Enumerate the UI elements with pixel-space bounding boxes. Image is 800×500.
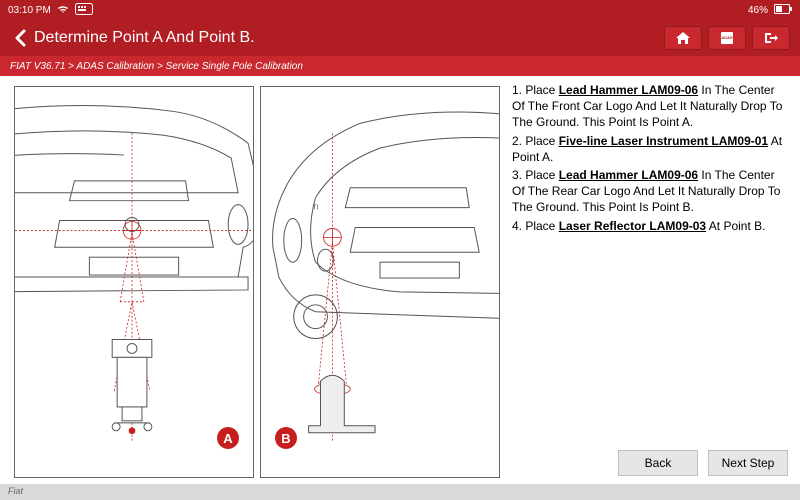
footer-brand: Fiat: [0, 484, 800, 500]
tool-laser-reflector: Laser Reflector LAM09-03: [559, 219, 706, 233]
title-bar: Determine Point A And Point B. ADAS: [0, 20, 800, 56]
back-chevron-icon[interactable]: [10, 28, 30, 48]
device-icon: [75, 3, 93, 18]
diagram-rear-panel: TI B: [260, 86, 500, 478]
breadcrumb: FIAT V36.71 > ADAS Calibration > Service…: [0, 56, 800, 76]
tool-laser-instrument: Five-line Laser Instrument LAM09-01: [559, 134, 768, 148]
svg-text:TI: TI: [313, 205, 319, 212]
next-step-button[interactable]: Next Step: [708, 450, 788, 476]
tool-lead-hammer: Lead Hammer LAM09-06: [559, 83, 698, 97]
adas-button[interactable]: ADAS: [708, 26, 746, 50]
svg-text:ADAS: ADAS: [721, 35, 733, 40]
status-bar: 03:10 PM 46%: [0, 0, 800, 20]
wifi-icon: [57, 4, 69, 17]
content-area: A: [0, 76, 800, 484]
instruction-text: 1. Place Lead Hammer LAM09-06 In The Cen…: [508, 76, 800, 484]
point-b-badge: B: [275, 427, 297, 449]
diagram-area: A: [0, 76, 508, 484]
point-a-badge: A: [217, 427, 239, 449]
status-time: 03:10 PM: [8, 5, 51, 16]
battery-text: 46%: [748, 5, 768, 16]
home-button[interactable]: [664, 26, 702, 50]
page-title: Determine Point A And Point B.: [34, 29, 255, 47]
back-button[interactable]: Back: [618, 450, 698, 476]
diagram-front-panel: A: [14, 86, 254, 478]
tool-lead-hammer-2: Lead Hammer LAM09-06: [559, 168, 698, 182]
exit-button[interactable]: [752, 26, 790, 50]
battery-icon: [774, 4, 792, 17]
